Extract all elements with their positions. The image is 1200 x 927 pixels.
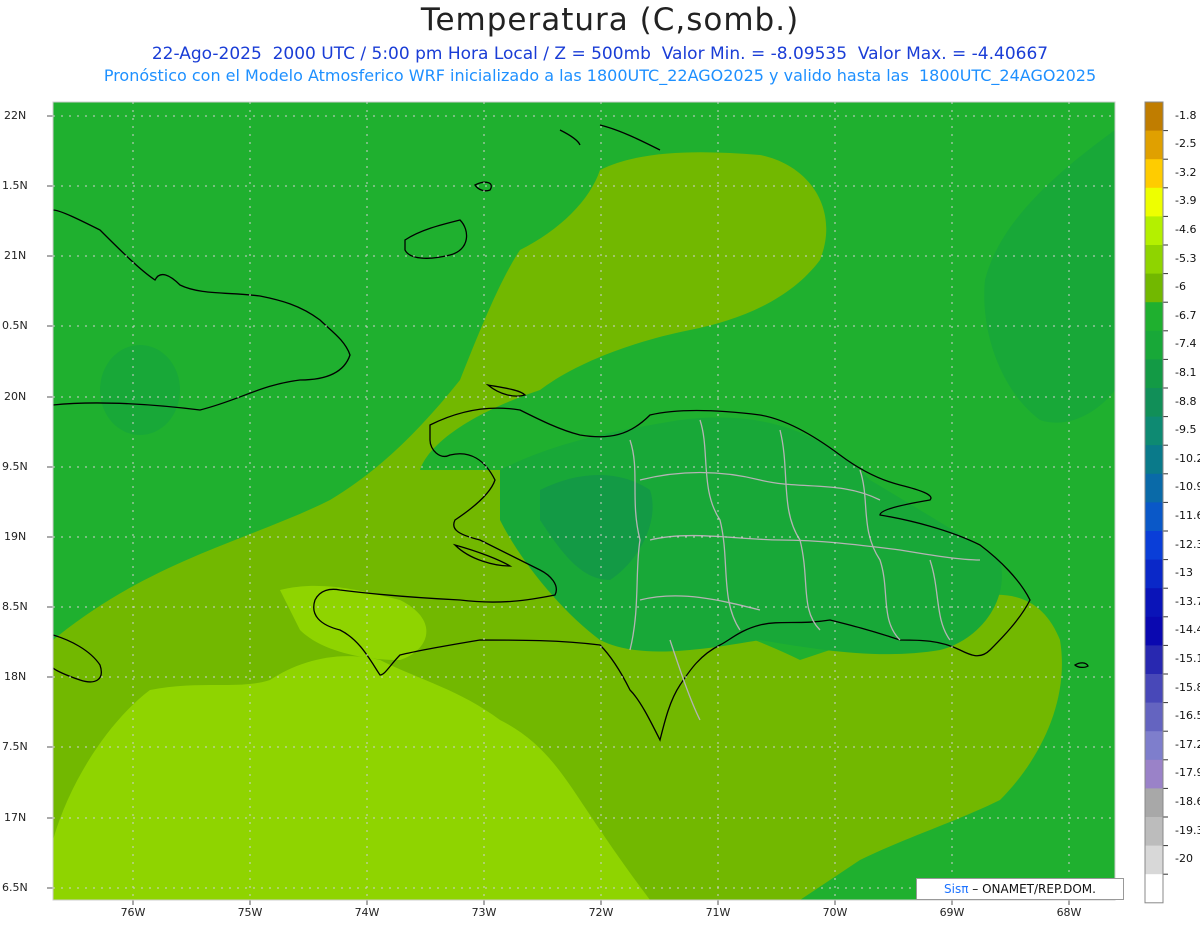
colorbar-swatch <box>1145 130 1163 160</box>
colorbar-swatch <box>1145 674 1163 704</box>
colorbar-swatch <box>1145 359 1163 389</box>
colorbar-swatch <box>1145 245 1163 275</box>
colorbar-label: -5.3 <box>1175 251 1197 265</box>
colorbar-label: -10.2 <box>1175 451 1200 465</box>
colorbar-label: -15.8 <box>1175 680 1200 694</box>
colorbar-label: -9.5 <box>1175 423 1197 437</box>
lat-label: 17N <box>4 811 27 824</box>
colorbar-label: -15.1 <box>1175 652 1200 665</box>
colorbar-label: -12.3 <box>1175 537 1200 551</box>
colorbar-label: -6 <box>1175 280 1186 294</box>
lon-label: 75W <box>237 906 263 919</box>
lat-label: 18N <box>4 670 27 683</box>
colorbar-swatch <box>1145 817 1163 847</box>
lat-label: 1.5N <box>2 179 28 192</box>
colorbar-swatch <box>1145 531 1163 561</box>
colorbar-swatch <box>1145 645 1163 675</box>
lon-label: 74W <box>354 906 380 919</box>
colorbar-swatch <box>1145 759 1163 789</box>
colorbar-swatch <box>1145 388 1163 418</box>
lon-label: 76W <box>120 906 146 919</box>
colorbar-label: -18.6 <box>1175 795 1200 808</box>
lon-label: 69W <box>939 906 965 919</box>
colorbar-label: -8.8 <box>1175 394 1197 408</box>
colorbar-label: -7.4 <box>1175 337 1197 351</box>
lat-label: 0.5N <box>2 319 28 332</box>
lat-label: 19N <box>4 530 27 543</box>
lon-label: 68W <box>1056 906 1082 919</box>
colorbar-swatch <box>1145 588 1163 618</box>
lat-label: 20N <box>4 390 27 403</box>
colorbar-swatch <box>1145 616 1163 646</box>
colorbar-swatch <box>1145 845 1163 875</box>
colorbar-swatch <box>1145 416 1163 446</box>
colorbar-swatch <box>1145 445 1163 475</box>
colorbar-label: -19.3 <box>1175 823 1200 837</box>
colorbar-swatch <box>1145 159 1163 189</box>
colorbar-label: -13 <box>1175 566 1193 580</box>
lon-label: 71W <box>705 906 731 919</box>
colorbar-swatch <box>1145 731 1163 761</box>
credit-box: Sisπ – ONAMET/REP.DOM. <box>916 878 1124 900</box>
colorbar-label: -13.7 <box>1175 594 1200 608</box>
colorbar-label: -17.2 <box>1175 737 1200 751</box>
lon-label: 72W <box>588 906 614 919</box>
colorbar-label: -10.9 <box>1175 480 1200 494</box>
colorbar-label: -2.5 <box>1175 137 1197 151</box>
lat-label: 22N <box>4 109 27 122</box>
lon-label: 73W <box>471 906 497 919</box>
colorbar-label: -6.7 <box>1175 308 1197 322</box>
lat-label: 6.5N <box>2 881 28 894</box>
colorbar-swatch <box>1145 702 1163 732</box>
colorbar <box>1144 101 1168 904</box>
lat-label: 8.5N <box>2 600 28 613</box>
colorbar-swatch <box>1145 187 1163 217</box>
colorbar-swatch <box>1145 788 1163 818</box>
colorbar-swatch <box>1145 302 1163 332</box>
colorbar-swatch <box>1145 216 1163 246</box>
lon-label: 70W <box>822 906 848 919</box>
colorbar-swatch <box>1145 502 1163 532</box>
colorbar-label: -8.1 <box>1175 366 1197 379</box>
colorbar-label: -16.5 <box>1175 709 1200 723</box>
lat-label: 7.5N <box>2 740 28 753</box>
colorbar-label: -3.2 <box>1175 165 1197 179</box>
colorbar-swatch <box>1145 874 1163 904</box>
credit-text: – ONAMET/REP.DOM. <box>968 882 1096 896</box>
colorbar-label: -3.9 <box>1175 194 1197 208</box>
lat-label: 21N <box>4 249 27 262</box>
colorbar-label: -4.6 <box>1175 223 1197 236</box>
colorbar-label: -20 <box>1175 852 1193 866</box>
credit-brand: Sisπ <box>944 882 969 896</box>
colorbar-label: -14.4 <box>1175 623 1200 637</box>
colorbar-swatch <box>1145 273 1163 303</box>
colorbar-swatch <box>1145 473 1163 503</box>
lat-label: 9.5N <box>2 460 28 473</box>
colorbar-swatch <box>1145 330 1163 360</box>
colorbar-label: -11.6 <box>1175 509 1200 522</box>
colorbar-label: -17.9 <box>1175 766 1200 780</box>
colorbar-label: -1.8 <box>1175 108 1197 122</box>
temperature-map <box>47 101 1168 905</box>
colorbar-swatch <box>1145 102 1163 132</box>
colorbar-swatch <box>1145 559 1163 589</box>
